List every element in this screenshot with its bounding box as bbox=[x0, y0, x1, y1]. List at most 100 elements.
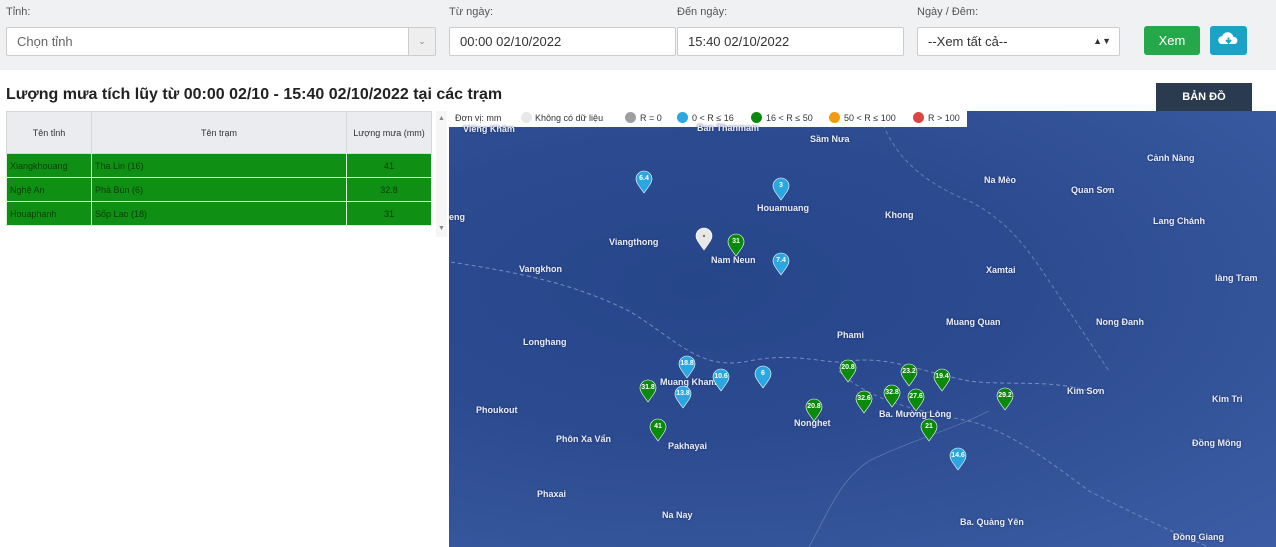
station-marker[interactable]: 3 bbox=[772, 177, 790, 201]
marker-value: 14.6 bbox=[951, 452, 965, 459]
chevron-down-icon: ⌄ bbox=[408, 28, 435, 55]
map-pin-icon bbox=[674, 385, 692, 409]
table-row[interactable]: Xiangkhouang Tha Lin (16) 41 bbox=[6, 153, 432, 178]
province-select[interactable]: Chọn tỉnh ⌄ bbox=[6, 27, 436, 56]
marker-value: 20.8 bbox=[807, 403, 821, 410]
station-marker[interactable]: 13.8 bbox=[674, 385, 692, 409]
place-label: Viêng Khăm bbox=[463, 124, 515, 134]
station-cell: Sốp Lao (18) bbox=[91, 201, 347, 226]
scroll-down-icon[interactable]: ▼ bbox=[438, 225, 445, 232]
legend-swatch-no-data bbox=[521, 112, 532, 123]
station-marker[interactable]: 32.6 bbox=[855, 390, 873, 414]
filter-bar: Tỉnh: Chọn tỉnh ⌄ Từ ngày: 00:00 02/10/2… bbox=[0, 0, 1276, 70]
station-marker[interactable]: 29.2 bbox=[996, 387, 1014, 411]
marker-value: 10.6 bbox=[714, 373, 728, 380]
map-tab-button[interactable]: BẢN ĐỒ bbox=[1156, 83, 1252, 111]
legend-swatch-50-100 bbox=[829, 112, 840, 123]
station-marker[interactable] bbox=[695, 227, 713, 251]
marker-value: 21 bbox=[925, 423, 933, 430]
to-date-input[interactable]: 15:40 02/10/2022 bbox=[677, 27, 904, 56]
map-pin-icon bbox=[900, 363, 918, 387]
day-night-select-value: --Xem tất cả-- bbox=[928, 34, 1008, 49]
legend-label-over-100: R > 100 bbox=[928, 113, 960, 123]
map-pin-icon bbox=[839, 359, 857, 383]
place-label: eng bbox=[449, 212, 466, 222]
place-label: Kim Tri bbox=[1212, 394, 1243, 404]
place-label: Xamtai bbox=[986, 265, 1016, 275]
place-label: Na Nay bbox=[662, 510, 693, 520]
table-row[interactable]: Nghệ An Phà Bún (6) 32.8 bbox=[6, 177, 432, 202]
map-pin-icon bbox=[907, 388, 925, 412]
province-label: Tỉnh: bbox=[6, 6, 31, 18]
map-pin-icon bbox=[805, 398, 823, 422]
map-pin-icon bbox=[712, 368, 730, 392]
table-row[interactable]: Houaphanh Sốp Lao (18) 31 bbox=[6, 201, 432, 226]
place-label: Lang Chánh bbox=[1153, 216, 1205, 226]
station-marker[interactable]: 31 bbox=[727, 233, 745, 257]
station-marker[interactable]: 27.6 bbox=[907, 388, 925, 412]
map-pin-icon bbox=[635, 170, 653, 194]
station-cell: Phà Bún (6) bbox=[91, 177, 347, 202]
download-button[interactable] bbox=[1210, 26, 1247, 55]
station-marker[interactable]: 41 bbox=[649, 418, 667, 442]
province-cell: Houaphanh bbox=[6, 201, 92, 226]
place-label: Ban Thanmam bbox=[697, 123, 760, 133]
from-date-label: Từ ngày: bbox=[449, 6, 494, 18]
map-pin-icon bbox=[883, 384, 901, 408]
scroll-up-icon[interactable]: ▲ bbox=[438, 115, 445, 122]
station-marker[interactable]: 32.8 bbox=[883, 384, 901, 408]
station-marker[interactable]: 10.6 bbox=[712, 368, 730, 392]
place-label: Cảnh Nàng bbox=[1147, 153, 1195, 163]
rainfall-cell: 31 bbox=[346, 201, 432, 226]
map-pin-icon bbox=[933, 368, 951, 392]
map-pin-icon bbox=[649, 418, 667, 442]
station-marker[interactable]: 7.4 bbox=[772, 252, 790, 276]
rainfall-table-panel: Tên tỉnh Tên trạm Lượng mưa (mm) Xiangkh… bbox=[6, 111, 447, 237]
day-night-select[interactable]: --Xem tất cả-- ▲▼ bbox=[917, 27, 1120, 56]
day-night-label: Ngày / Đêm: bbox=[917, 6, 979, 18]
marker-value: 31 bbox=[732, 238, 740, 245]
marker-value: 7.4 bbox=[776, 257, 786, 264]
rainfall-app: Tỉnh: Chọn tỉnh ⌄ Từ ngày: 00:00 02/10/2… bbox=[0, 0, 1276, 547]
province-cell: Nghệ An bbox=[6, 177, 92, 202]
legend-label-50-100: 50 < R ≤ 100 bbox=[844, 113, 896, 123]
marker-value: 27.6 bbox=[909, 393, 923, 400]
map-pin-icon bbox=[639, 379, 657, 403]
station-marker[interactable]: 19.4 bbox=[933, 368, 951, 392]
station-marker[interactable]: 6.4 bbox=[635, 170, 653, 194]
place-label: Houamuang bbox=[757, 203, 810, 213]
place-label: Phôn Xa Vẩn bbox=[556, 434, 612, 444]
place-label: Khong bbox=[885, 210, 914, 220]
column-header-province: Tên tỉnh bbox=[6, 111, 92, 154]
place-label: làng Tram bbox=[1215, 273, 1258, 283]
station-marker[interactable]: 31.8 bbox=[639, 379, 657, 403]
place-label: Phoukout bbox=[476, 405, 518, 415]
map-pin-icon bbox=[754, 365, 772, 389]
place-label: Quan Sơn bbox=[1071, 185, 1115, 195]
legend-swatch-16-50 bbox=[751, 112, 762, 123]
station-marker[interactable]: 6 bbox=[754, 365, 772, 389]
place-label: Vangkhon bbox=[519, 264, 563, 274]
place-label: Ba. Quảng Yên bbox=[960, 517, 1024, 527]
rainfall-map[interactable]: Đơn vị: mm Không có dữ liệu R = 0 0 < R … bbox=[449, 111, 1276, 547]
station-marker[interactable]: 23.2 bbox=[900, 363, 918, 387]
station-marker[interactable]: 20.8 bbox=[839, 359, 857, 383]
map-borders bbox=[449, 111, 1210, 547]
station-marker[interactable]: 14.6 bbox=[949, 447, 967, 471]
map-pin-icon bbox=[996, 387, 1014, 411]
province-select-value: Chọn tỉnh bbox=[17, 34, 73, 49]
legend-swatch-0-16 bbox=[677, 112, 688, 123]
marker-value: 41 bbox=[654, 423, 662, 430]
station-marker[interactable]: 20.8 bbox=[805, 398, 823, 422]
from-date-input[interactable]: 00:00 02/10/2022 bbox=[449, 27, 676, 56]
place-label: Phami bbox=[837, 330, 865, 340]
rainfall-table: Tên tỉnh Tên trạm Lượng mưa (mm) Xiangkh… bbox=[6, 111, 432, 226]
station-marker[interactable]: 18.8 bbox=[678, 355, 696, 379]
map-pin-icon bbox=[772, 177, 790, 201]
marker-value: 32.8 bbox=[885, 389, 899, 396]
station-marker[interactable]: 21 bbox=[920, 418, 938, 442]
marker-value: 20.8 bbox=[841, 364, 855, 371]
legend-swatch-over-100 bbox=[913, 112, 924, 123]
table-scrollbar[interactable]: ▲ ▼ bbox=[436, 111, 447, 237]
view-button[interactable]: Xem bbox=[1144, 26, 1200, 55]
